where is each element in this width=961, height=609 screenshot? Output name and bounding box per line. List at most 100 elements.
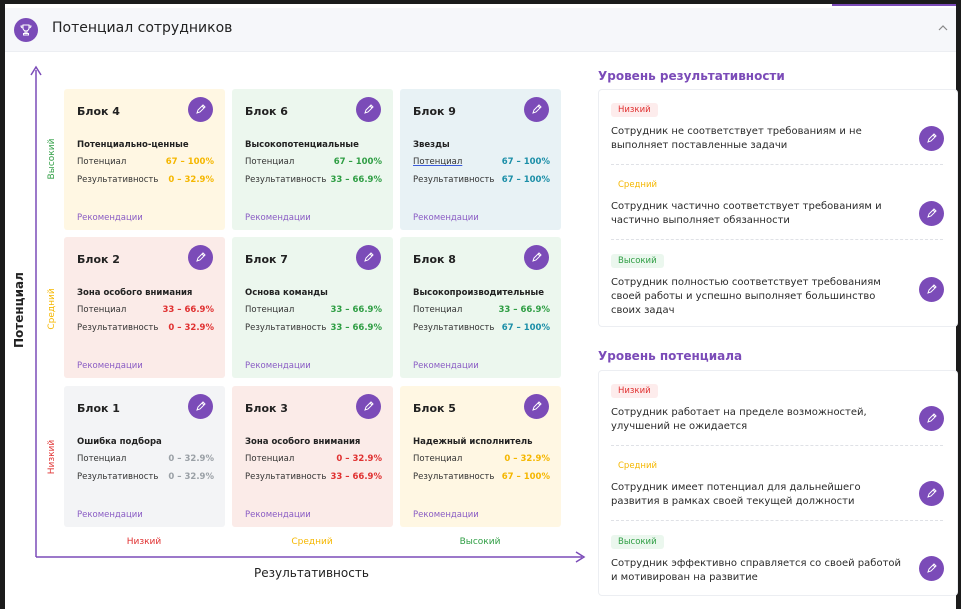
edit-button[interactable]: [524, 97, 549, 122]
pencil-icon: [364, 401, 374, 411]
matrix-block[interactable]: Блок 8 Высокопроизводительные Потенциал 33 …: [400, 237, 561, 378]
recommendations-link[interactable]: Рекомендации: [77, 361, 143, 371]
edit-button[interactable]: [919, 126, 944, 151]
badge-low: Низкий: [611, 384, 658, 398]
pencil-icon: [927, 563, 937, 573]
result-label: Результативность: [413, 323, 495, 333]
matrix-block[interactable]: Блок 5 Надежный исполнитель Потенциал 0 – 3…: [400, 386, 561, 527]
edit-button[interactable]: [524, 245, 549, 270]
pencil-icon: [364, 252, 374, 262]
potential-row: Потенциал 67 – 100%: [77, 157, 214, 167]
recommendations-link[interactable]: Рекомендации: [413, 213, 479, 223]
performance-mid-text: Сотрудник частично соответствует требова…: [611, 201, 882, 226]
result-row: Результативность 0 – 32.9%: [77, 323, 214, 333]
result-row: Результативность 0 – 32.9%: [77, 175, 214, 185]
recommendations-link[interactable]: Рекомендации: [245, 213, 311, 223]
block-name: Потенциально-ценные: [77, 140, 189, 150]
result-label: Результативность: [77, 175, 159, 185]
pencil-icon: [927, 133, 937, 143]
matrix-block[interactable]: Блок 9 Звезды Потенциал 67 – 100% Результати…: [400, 89, 561, 230]
potential-card: Низкий Сотрудник работает на пределе воз…: [598, 370, 958, 596]
potential-label: Потенциал: [413, 305, 463, 315]
recommendations-link[interactable]: Рекомендации: [245, 361, 311, 371]
potential-value: 33 – 66.9%: [330, 305, 383, 315]
edit-button[interactable]: [188, 394, 213, 419]
result-row: Результативность 33 – 66.9%: [245, 323, 382, 333]
y-level-mid: Средний: [47, 288, 57, 330]
divider: [611, 445, 943, 446]
block-name: Ошибка подбора: [77, 437, 162, 447]
edit-button[interactable]: [356, 245, 381, 270]
matrix-block[interactable]: Блок 1 Ошибка подбора Потенциал 0 – 32.9% Ре…: [64, 386, 225, 527]
pencil-icon: [196, 104, 206, 114]
result-value: 0 – 32.9%: [168, 323, 214, 333]
matrix-block[interactable]: Блок 3 Зона особого внимания Потенциал 0 – …: [232, 386, 393, 527]
recommendations-link[interactable]: Рекомендации: [413, 361, 479, 371]
block-title: Блок 2: [77, 253, 120, 266]
y-axis-title: Потенциал: [12, 272, 26, 348]
block-title: Блок 1: [77, 402, 120, 415]
edit-button[interactable]: [356, 394, 381, 419]
potential-label: Потенциал: [413, 454, 463, 464]
block-title: Блок 9: [413, 105, 456, 118]
badge-high: Высокий: [611, 254, 664, 268]
result-value: 67 – 100%: [501, 472, 550, 482]
edit-button[interactable]: [188, 97, 213, 122]
divider: [611, 520, 943, 521]
potential-label: Потенциал: [413, 157, 463, 167]
edit-button[interactable]: [188, 245, 213, 270]
divider: [611, 239, 943, 240]
block-title: Блок 5: [413, 402, 456, 415]
pencil-icon: [927, 413, 937, 423]
performance-item-low: Низкий Сотрудник не соответствует требов…: [599, 90, 957, 166]
block-name: Основа команды: [245, 288, 328, 298]
x-level-high: Высокий: [459, 537, 501, 547]
potential-row: Потенциал 0 – 32.9%: [413, 454, 550, 464]
recommendations-link[interactable]: Рекомендации: [77, 510, 143, 520]
block-title: Блок 7: [245, 253, 288, 266]
pencil-icon: [196, 252, 206, 262]
potential-item-high: Высокий Сотрудник эффективно справляется…: [599, 523, 957, 597]
matrix-block[interactable]: Блок 2 Зона особого внимания Потенциал 33 –…: [64, 237, 225, 378]
pencil-icon: [532, 104, 542, 114]
edit-button[interactable]: [356, 97, 381, 122]
potential-label: Потенциал: [245, 305, 295, 315]
pencil-icon: [927, 488, 937, 498]
recommendations-link[interactable]: Рекомендации: [77, 213, 143, 223]
potential-value: 0 – 32.9%: [336, 454, 382, 464]
matrix-block[interactable]: Блок 7 Основа команды Потенциал 33 – 66.9% Р…: [232, 237, 393, 378]
recommendations-link[interactable]: Рекомендации: [245, 510, 311, 520]
potential-value: 67 – 100%: [501, 157, 550, 167]
result-label: Результативность: [77, 323, 159, 333]
result-label: Результативность: [245, 472, 327, 482]
potential-item-mid: Средний Сотрудник имеет потенциал для да…: [599, 447, 957, 523]
potential-value: 0 – 32.9%: [504, 454, 550, 464]
block-name: Надежный исполнитель: [413, 437, 533, 447]
edit-button[interactable]: [524, 394, 549, 419]
recommendations-link[interactable]: Рекомендации: [413, 510, 479, 520]
result-row: Результативность 0 – 32.9%: [77, 472, 214, 482]
potential-row: Потенциал 33 – 66.9%: [245, 305, 382, 315]
edit-button[interactable]: [919, 406, 944, 431]
result-label: Результативность: [413, 472, 495, 482]
potential-row: Потенциал 0 – 32.9%: [77, 454, 214, 464]
pencil-icon: [532, 252, 542, 262]
edit-button[interactable]: [919, 556, 944, 581]
matrix-block[interactable]: Блок 6 Высокопотенциальные Потенциал 67 – 1…: [232, 89, 393, 230]
edit-button[interactable]: [919, 481, 944, 506]
block-title: Блок 6: [245, 105, 288, 118]
edit-button[interactable]: [919, 277, 944, 302]
y-level-high: Высокий: [47, 138, 57, 180]
edit-button[interactable]: [919, 201, 944, 226]
potential-label: Потенциал: [77, 454, 127, 464]
x-level-low: Низкий: [126, 537, 162, 547]
result-row: Результативность 33 – 66.9%: [245, 472, 382, 482]
matrix-block[interactable]: Блок 4 Потенциально-ценные Потенциал 67 – 1…: [64, 89, 225, 230]
potential-value: 33 – 66.9%: [498, 305, 551, 315]
badge-low: Низкий: [611, 103, 658, 117]
x-axis-title: Результативность: [254, 566, 369, 580]
pencil-icon: [532, 401, 542, 411]
potential-label: Потенциал: [77, 305, 127, 315]
potential-high-text: Сотрудник эффективно справляется со свое…: [611, 558, 902, 583]
pencil-icon: [364, 104, 374, 114]
